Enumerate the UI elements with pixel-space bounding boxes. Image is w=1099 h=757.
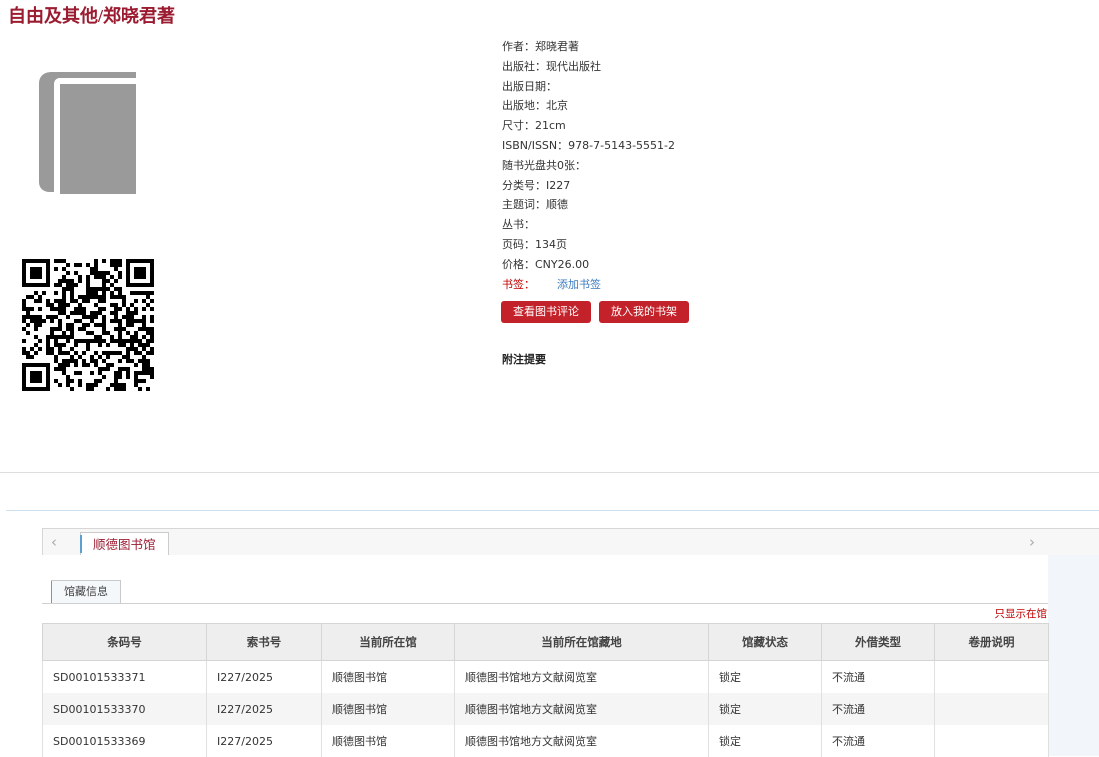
meta-size: 尺寸：21cm — [502, 119, 566, 133]
table-row[interactable]: SD00101533371 I227/2025 顺德图书馆 顺德图书馆地方文献阅… — [42, 660, 1049, 693]
meta-author: 作者：郑晓君著 — [502, 40, 579, 53]
cell-barcode: SD00101533371 — [42, 660, 207, 693]
cell-location: 顺德图书馆地方文献阅览室 — [454, 693, 709, 725]
subtab-accent-bar — [51, 581, 52, 603]
cell-loan-type: 不流通 — [821, 725, 935, 757]
cell-status: 锁定 — [708, 725, 822, 757]
notes-heading: 附注提要 — [502, 353, 546, 366]
tab-label: 顺德图书馆 — [93, 537, 156, 552]
cell-library: 顺德图书馆 — [321, 693, 455, 725]
bookmark-label: 书签： — [502, 277, 535, 291]
cell-call-number: I227/2025 — [206, 725, 322, 757]
only-show-available-link[interactable]: 只显示在馆 — [995, 606, 1048, 621]
col-call-number[interactable]: 索书号 — [206, 623, 322, 661]
col-status[interactable]: 馆藏状态 — [708, 623, 822, 661]
meta-isbn: ISBN/ISSN：978-7-5143-5551-2 — [502, 138, 676, 152]
cell-volume-note — [934, 725, 1049, 757]
right-panel-background — [1048, 555, 1099, 756]
chevron-left-icon[interactable]: ‹ — [51, 533, 57, 551]
book-metadata: 作者：郑晓君著 出版社：现代出版社 出版日期： 出版地：北京 尺寸：21cm I… — [502, 37, 675, 294]
cell-volume-note — [934, 660, 1049, 693]
meta-disc: 随书光盘共0张： — [502, 158, 586, 172]
holdings-table: 条码号 索书号 当前所在馆 当前所在馆藏地 馆藏状态 外借类型 卷册说明 SD0… — [42, 623, 1049, 757]
meta-pub-date: 出版日期： — [502, 79, 557, 93]
meta-series: 丛书： — [502, 218, 535, 232]
cell-status: 锁定 — [708, 660, 822, 693]
book-title: 自由及其他/郑晓君著 — [8, 6, 176, 26]
meta-classification: 分类号：I227 — [502, 178, 571, 192]
col-current-location[interactable]: 当前所在馆藏地 — [454, 623, 709, 661]
cell-volume-note — [934, 693, 1049, 725]
col-current-library[interactable]: 当前所在馆 — [321, 623, 455, 661]
view-reviews-button[interactable]: 查看图书评论 — [501, 301, 591, 323]
subtab-label: 馆藏信息 — [64, 585, 108, 598]
library-tab-bar: ‹ 顺德图书馆 › — [42, 528, 1099, 557]
meta-pub-place: 出版地：北京 — [502, 99, 568, 113]
add-to-shelf-button[interactable]: 放入我的书架 — [599, 301, 689, 323]
qr-code — [22, 259, 154, 391]
cell-library: 顺德图书馆 — [321, 660, 455, 693]
tab-accent-bar — [80, 535, 82, 553]
tab-shunde-library[interactable]: 顺德图书馆 — [80, 532, 169, 557]
meta-pages: 页码：134页 — [502, 237, 567, 251]
table-row[interactable]: SD00101533369 I227/2025 顺德图书馆 顺德图书馆地方文献阅… — [42, 725, 1049, 757]
cell-location: 顺德图书馆地方文献阅览室 — [454, 725, 709, 757]
cell-loan-type: 不流通 — [821, 660, 935, 693]
add-bookmark-link[interactable]: 添加书签 — [557, 278, 601, 291]
col-loan-type[interactable]: 外借类型 — [821, 623, 935, 661]
meta-subject: 主题词：顺德 — [502, 198, 568, 212]
col-barcode[interactable]: 条码号 — [42, 623, 207, 661]
chevron-right-icon[interactable]: › — [1029, 533, 1035, 551]
cell-location: 顺德图书馆地方文献阅览室 — [454, 660, 709, 693]
subtab-underline — [42, 603, 1048, 604]
cell-call-number: I227/2025 — [206, 660, 322, 693]
bookmark-row: 书签： 添加书签 — [502, 275, 675, 295]
cell-status: 锁定 — [708, 693, 822, 725]
section-divider — [0, 472, 1099, 473]
tab-holdings-info[interactable]: 馆藏信息 — [51, 580, 121, 603]
section-divider-secondary — [6, 510, 1099, 511]
cell-barcode: SD00101533369 — [42, 725, 207, 757]
table-header-row: 条码号 索书号 当前所在馆 当前所在馆藏地 馆藏状态 外借类型 卷册说明 — [42, 623, 1049, 661]
table-row[interactable]: SD00101533370 I227/2025 顺德图书馆 顺德图书馆地方文献阅… — [42, 693, 1049, 725]
meta-price: 价格：CNY26.00 — [502, 257, 590, 271]
book-cover-icon — [39, 72, 136, 194]
cell-loan-type: 不流通 — [821, 693, 935, 725]
cell-library: 顺德图书馆 — [321, 725, 455, 757]
meta-publisher: 出版社：现代出版社 — [502, 59, 601, 73]
cell-barcode: SD00101533370 — [42, 693, 207, 725]
col-volume-note[interactable]: 卷册说明 — [934, 623, 1049, 661]
cell-call-number: I227/2025 — [206, 693, 322, 725]
